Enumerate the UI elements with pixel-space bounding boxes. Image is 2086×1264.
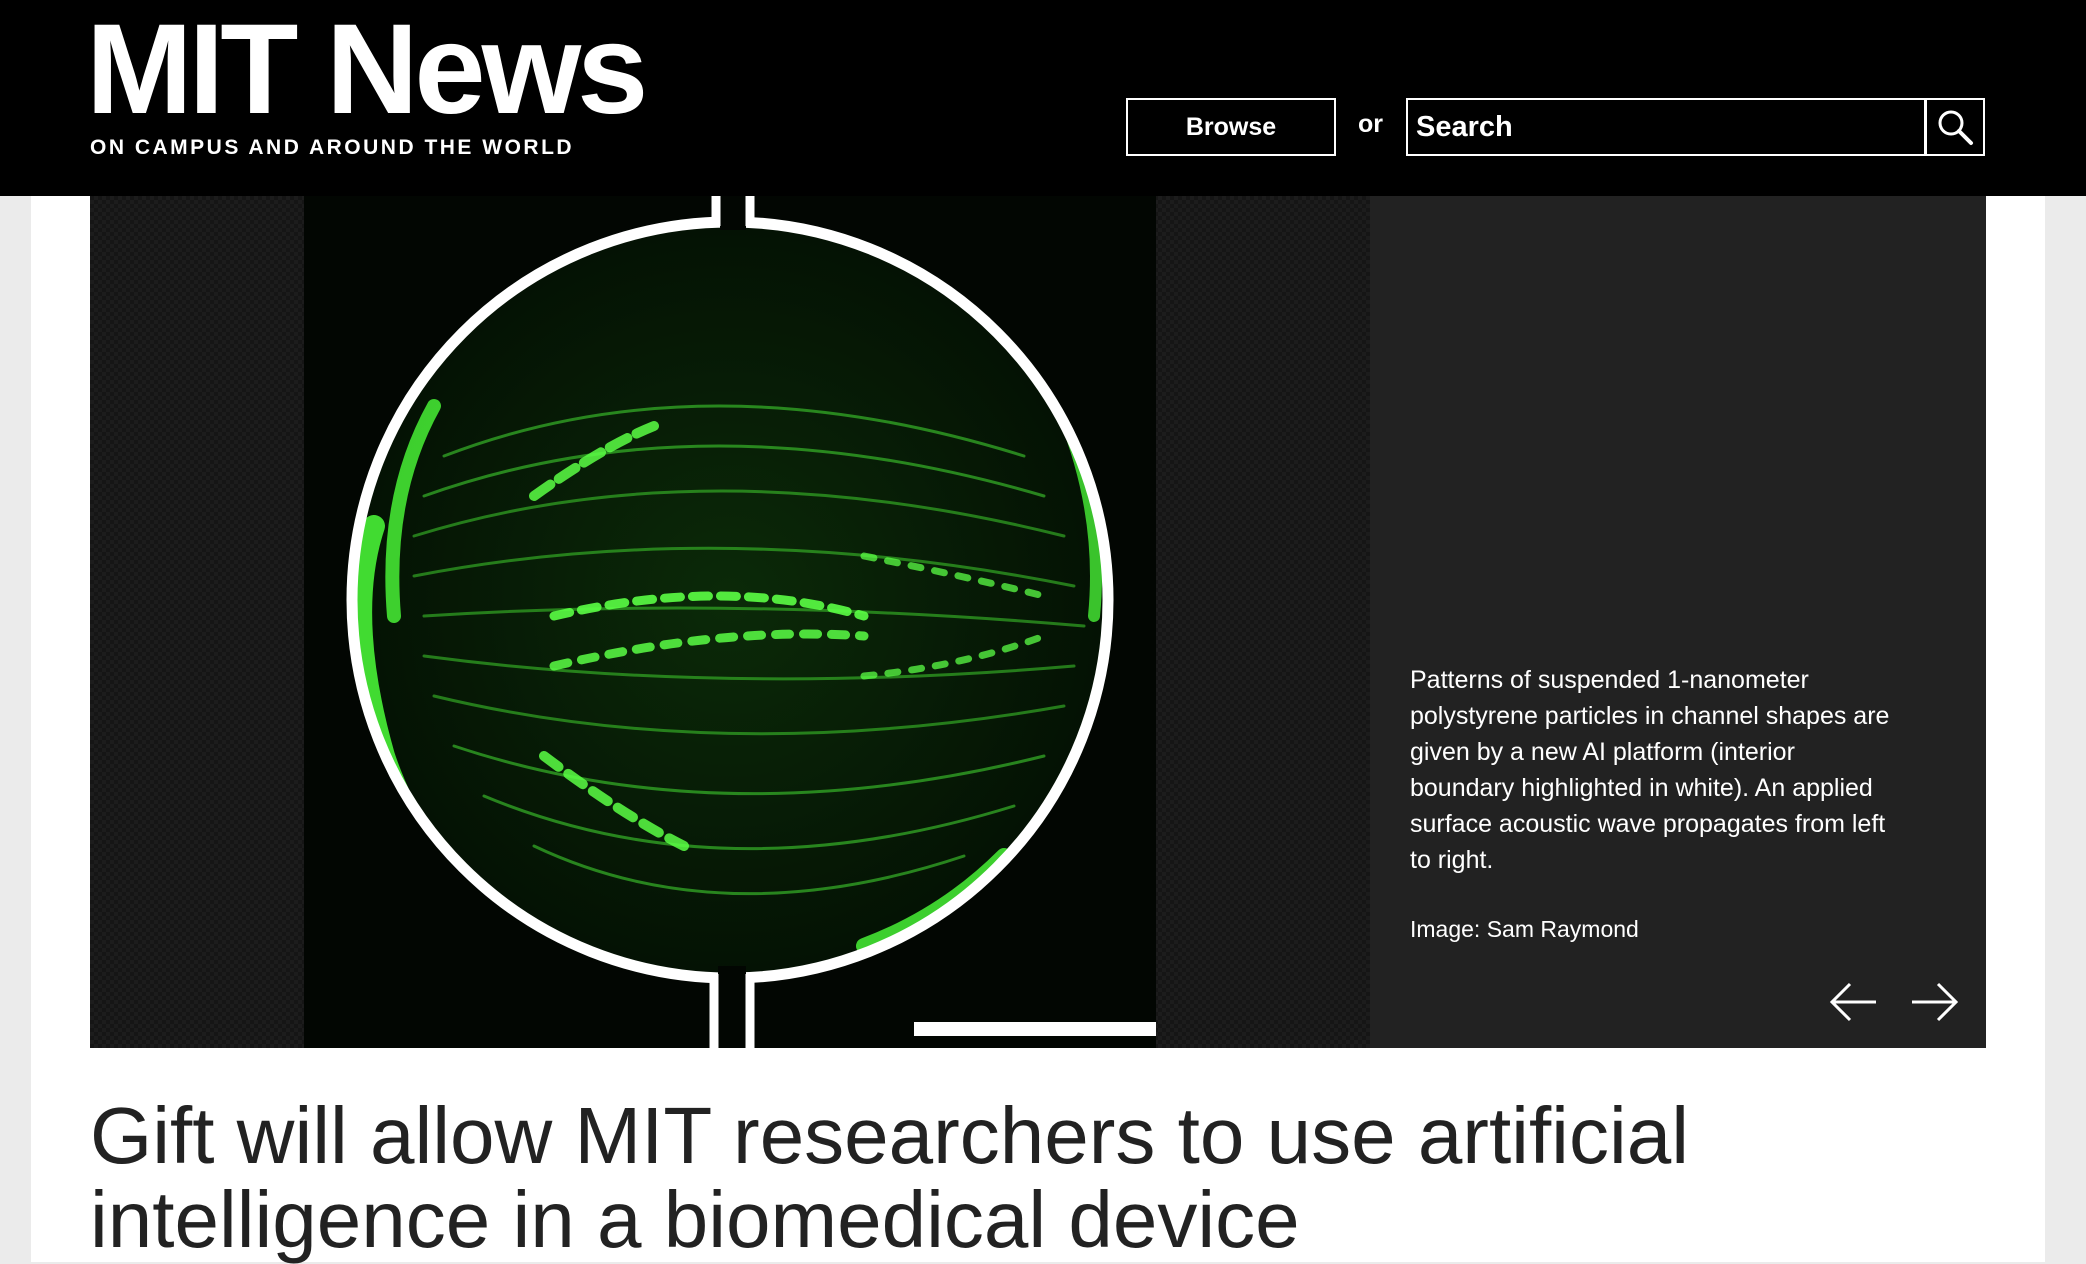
or-label: or xyxy=(1358,110,1383,138)
previous-slide-button[interactable] xyxy=(1826,974,1882,1030)
particle-pattern-illustration xyxy=(304,196,1156,1048)
site-header: MIT News ON CAMPUS AND AROUND THE WORLD … xyxy=(0,0,2086,196)
hero-slideshow: Patterns of suspended 1-nanometer polyst… xyxy=(90,196,1986,1048)
browse-button[interactable]: Browse xyxy=(1126,98,1336,156)
hero-image xyxy=(304,196,1156,1048)
site-tagline: ON CAMPUS AND AROUND THE WORLD xyxy=(90,136,575,159)
site-logo[interactable]: MIT News xyxy=(86,6,648,134)
image-caption: Patterns of suspended 1-nanometer polyst… xyxy=(1410,666,1890,874)
next-slide-button[interactable] xyxy=(1906,974,1962,1030)
search-button[interactable] xyxy=(1925,98,1985,156)
arrow-left-icon xyxy=(1829,982,1876,1022)
caption-panel: Patterns of suspended 1-nanometer polyst… xyxy=(1370,196,1986,1048)
arrow-right-icon xyxy=(1912,982,1959,1022)
search-input[interactable] xyxy=(1406,98,1926,156)
image-credit: Image: Sam Raymond xyxy=(1410,916,1639,942)
magnifier-icon xyxy=(1938,110,1973,145)
article-headline: Gift will allow MIT researchers to use a… xyxy=(90,1091,1689,1264)
